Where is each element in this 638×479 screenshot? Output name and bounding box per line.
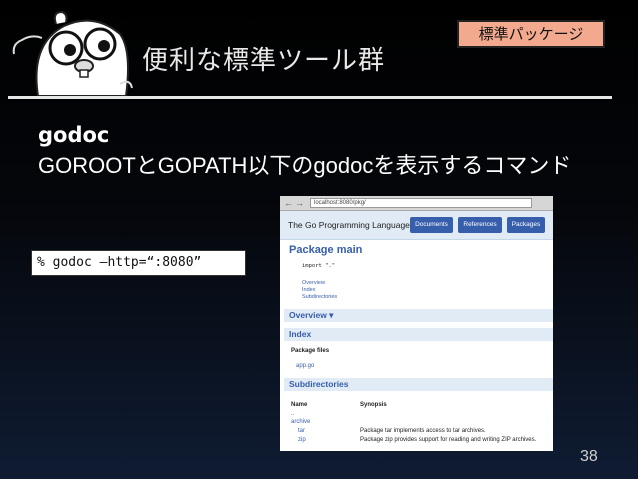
description-text: GOROOTとGOPATH以下のgodocを表示するコマンド [38, 153, 572, 178]
package-title: Package main [289, 244, 363, 256]
tab-documents[interactable]: Documents [410, 217, 453, 233]
site-header: The Go Programming Language Documents Re… [280, 211, 553, 240]
toc-subdirectories-link[interactable]: Subdirectories [302, 294, 337, 300]
table-row-archive[interactable]: archive [291, 419, 310, 425]
address-bar[interactable]: localhost:8080/pkg/ [310, 198, 532, 208]
site-name[interactable]: The Go Programming Language [288, 220, 410, 230]
index-section-header: Index [284, 328, 553, 341]
browser-toolbar: ← → localhost:8080/pkg/ [280, 196, 553, 211]
import-line: import "." [302, 263, 336, 269]
subheading: godoc [38, 123, 110, 147]
tab-packages[interactable]: Packages [507, 217, 545, 233]
package-files-label: Package files [291, 348, 330, 354]
parent-directory-link[interactable]: .. [291, 411, 294, 417]
gopher-logo-icon [12, 10, 133, 96]
back-arrow-icon[interactable]: ← [284, 198, 293, 208]
column-header-synopsis: Synopsis [360, 402, 387, 408]
package-file-link[interactable]: app.go [296, 363, 314, 369]
toc-overview-link[interactable]: Overview [302, 280, 325, 286]
subdirectories-section-header: Subdirectories [284, 378, 553, 391]
table-row-tar[interactable]: tar [298, 428, 305, 434]
title-divider [8, 96, 612, 99]
table-row-zip[interactable]: zip [298, 437, 306, 443]
browser-screenshot: ← → localhost:8080/pkg/ The Go Programmi… [280, 196, 553, 451]
page-number: 38 [580, 448, 598, 465]
tab-references[interactable]: References [458, 217, 502, 233]
column-header-name: Name [291, 402, 308, 408]
forward-arrow-icon[interactable]: → [295, 198, 304, 208]
table-row-tar-synopsis: Package tar implements access to tar arc… [360, 428, 486, 434]
command-example: % godoc –http=“:8080” [31, 250, 246, 276]
category-badge: 標準パッケージ [457, 20, 605, 48]
slide-title: 便利な標準ツール群 [142, 46, 386, 76]
overview-section-header[interactable]: Overview ▾ [284, 309, 553, 322]
toc-index-link[interactable]: Index [302, 287, 315, 293]
table-row-zip-synopsis: Package zip provides support for reading… [360, 437, 537, 443]
